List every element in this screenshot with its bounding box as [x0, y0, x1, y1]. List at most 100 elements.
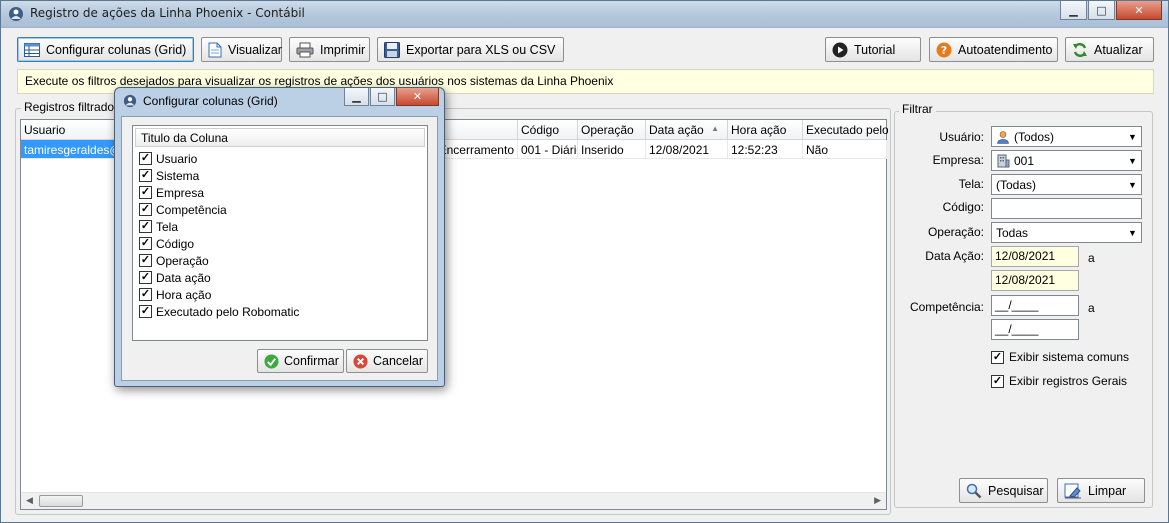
- check-circle-icon: [264, 353, 279, 369]
- horizontal-scrollbar[interactable]: ◀ ▶: [21, 492, 886, 509]
- play-icon: [832, 42, 848, 58]
- main-window: Registro de ações da Linha Phoenix - Con…: [0, 0, 1169, 523]
- checkbox-checked-icon[interactable]: ✓: [139, 186, 152, 199]
- checkbox-checked-icon[interactable]: ✓: [139, 305, 152, 318]
- exibir-sistema-checkbox[interactable]: ✓ Exibir sistema comuns: [991, 350, 1129, 364]
- empresa-select[interactable]: 001 ▼: [991, 150, 1142, 171]
- data-acao-filter-label: Data Ação:: [925, 249, 984, 263]
- visualizar-label: Visualizar: [228, 42, 282, 57]
- cell-usuario[interactable]: tamiresgeraldes@: [21, 140, 124, 159]
- magnifier-icon: [966, 483, 982, 499]
- checkbox-checked-icon[interactable]: ✓: [139, 169, 152, 182]
- column-checklist[interactable]: Titulo da Coluna ✓ Usuario ✓ Sistema ✓ Empr…: [132, 125, 428, 341]
- cell-data-acao[interactable]: 12/08/2021: [646, 140, 728, 159]
- minimize-button[interactable]: ▁: [1060, 1, 1087, 20]
- checkbox-checked-icon[interactable]: ✓: [991, 374, 1004, 388]
- data-fim-input[interactable]: 12/08/2021: [991, 270, 1079, 291]
- column-header-codigo[interactable]: Código: [518, 120, 578, 140]
- checkbox-checked-icon[interactable]: ✓: [139, 288, 152, 301]
- competencia-fim-input[interactable]: __/____: [991, 319, 1079, 340]
- empresa-filter-label: Empresa:: [932, 153, 984, 167]
- usuario-filter-label: Usuário:: [939, 130, 984, 144]
- checkbox-checked-icon[interactable]: ✓: [991, 350, 1004, 364]
- atualizar-button[interactable]: Atualizar: [1065, 37, 1154, 62]
- chevron-down-icon[interactable]: ▼: [1124, 127, 1141, 146]
- operacao-select[interactable]: Todas ▼: [991, 222, 1142, 243]
- cancelar-button[interactable]: Cancelar: [346, 349, 428, 373]
- column-option-operacao[interactable]: ✓ Operação: [139, 252, 209, 269]
- column-option-data-acao[interactable]: ✓ Data ação: [139, 269, 211, 286]
- column-option-tela[interactable]: ✓ Tela: [139, 218, 178, 235]
- column-option-label: Competência: [156, 202, 227, 217]
- checkbox-checked-icon[interactable]: ✓: [139, 237, 152, 250]
- cell-executado[interactable]: Não: [803, 140, 887, 159]
- scroll-left-icon[interactable]: ◀: [26, 496, 33, 506]
- configure-columns-button[interactable]: Configurar colunas (Grid): [17, 37, 194, 62]
- minimize-icon: ▁: [352, 90, 361, 103]
- dialog-close-button[interactable]: ✕: [396, 88, 439, 106]
- confirmar-button[interactable]: Confirmar: [257, 349, 344, 373]
- exibir-gerais-checkbox[interactable]: ✓ Exibir registros Gerais: [991, 374, 1127, 388]
- exibir-gerais-label: Exibir registros Gerais: [1009, 374, 1128, 388]
- checkbox-checked-icon[interactable]: ✓: [139, 254, 152, 267]
- close-button[interactable]: ✕: [1116, 1, 1162, 20]
- empresa-select-value: 001: [1014, 153, 1035, 168]
- column-option-empresa[interactable]: ✓ Empresa: [139, 184, 204, 201]
- column-header-operacao[interactable]: Operação: [578, 120, 646, 140]
- cell-operacao[interactable]: Inserido: [578, 140, 646, 159]
- column-header-usuario[interactable]: Usuario: [21, 120, 124, 140]
- maximize-button[interactable]: □: [1088, 1, 1115, 20]
- autoatendimento-button[interactable]: ? Autoatendimento: [929, 37, 1058, 62]
- dialog-minimize-button[interactable]: ▁: [344, 88, 369, 106]
- configure-columns-label: Configurar colunas (Grid): [46, 42, 187, 57]
- dialog-maximize-button[interactable]: □: [370, 88, 395, 106]
- competencia-range-separator: a: [1088, 301, 1095, 315]
- chevron-down-icon[interactable]: ▼: [1124, 223, 1141, 242]
- checkbox-checked-icon[interactable]: ✓: [139, 152, 152, 165]
- visualizar-button[interactable]: Visualizar: [201, 37, 282, 62]
- column-header-data-acao[interactable]: Data ação ▲: [646, 120, 728, 140]
- codigo-input[interactable]: [991, 198, 1142, 219]
- tela-select[interactable]: (Todas) ▼: [991, 174, 1142, 195]
- column-option-executado-robomatic[interactable]: ✓ Executado pelo Robomatic: [139, 303, 299, 320]
- column-header-hora-acao[interactable]: Hora ação: [728, 120, 803, 140]
- operacao-filter-label: Operação:: [927, 225, 984, 239]
- pesquisar-button[interactable]: Pesquisar: [959, 478, 1048, 503]
- cell-codigo[interactable]: 001 - Diário: [518, 140, 578, 159]
- sort-ascending-icon: ▲: [711, 124, 719, 133]
- column-option-label: Operação: [156, 253, 209, 268]
- filtrar-legend: Filtrar: [899, 102, 936, 116]
- maximize-icon: □: [377, 90, 388, 103]
- exportar-button[interactable]: Exportar para XLS ou CSV: [377, 37, 564, 62]
- checkbox-checked-icon[interactable]: ✓: [139, 220, 152, 233]
- exportar-label: Exportar para XLS ou CSV: [406, 42, 556, 57]
- column-option-codigo[interactable]: ✓ Código: [139, 235, 194, 252]
- scrollbar-thumb[interactable]: [39, 495, 83, 507]
- title-bar[interactable]: Registro de ações da Linha Phoenix - Con…: [1, 1, 1168, 28]
- column-option-usuario[interactable]: ✓ Usuario: [139, 150, 197, 167]
- column-option-label: Executado pelo Robomatic: [156, 304, 300, 319]
- usuario-select[interactable]: (Todos) ▼: [991, 126, 1142, 147]
- help-icon: ?: [936, 42, 952, 58]
- checklist-header: Titulo da Coluna: [135, 128, 425, 147]
- competencia-inicio-input[interactable]: __/____: [991, 295, 1079, 316]
- tutorial-button[interactable]: Tutorial: [825, 37, 921, 62]
- column-option-sistema[interactable]: ✓ Sistema: [139, 167, 199, 184]
- chevron-down-icon[interactable]: ▼: [1124, 151, 1141, 170]
- scroll-right-icon[interactable]: ▶: [874, 496, 881, 506]
- operacao-select-value: Todas: [996, 225, 1029, 240]
- cancel-circle-icon: [353, 353, 368, 369]
- column-option-hora-acao[interactable]: ✓ Hora ação: [139, 286, 211, 303]
- column-header-executado[interactable]: Executado pelo: [803, 120, 888, 140]
- cell-hora-acao[interactable]: 12:52:23: [728, 140, 803, 159]
- checkbox-checked-icon[interactable]: ✓: [139, 271, 152, 284]
- dialog-body: Titulo da Coluna ✓ Usuario ✓ Sistema ✓ Empr…: [121, 116, 438, 381]
- grid-icon: [24, 42, 40, 57]
- data-inicio-input[interactable]: 12/08/2021: [991, 246, 1079, 267]
- checkbox-checked-icon[interactable]: ✓: [139, 203, 152, 216]
- imprimir-button[interactable]: Imprimir: [289, 37, 370, 62]
- atualizar-label: Atualizar: [1094, 42, 1143, 57]
- column-option-competencia[interactable]: ✓ Competência: [139, 201, 227, 218]
- limpar-button[interactable]: Limpar: [1057, 478, 1145, 503]
- chevron-down-icon[interactable]: ▼: [1124, 175, 1141, 194]
